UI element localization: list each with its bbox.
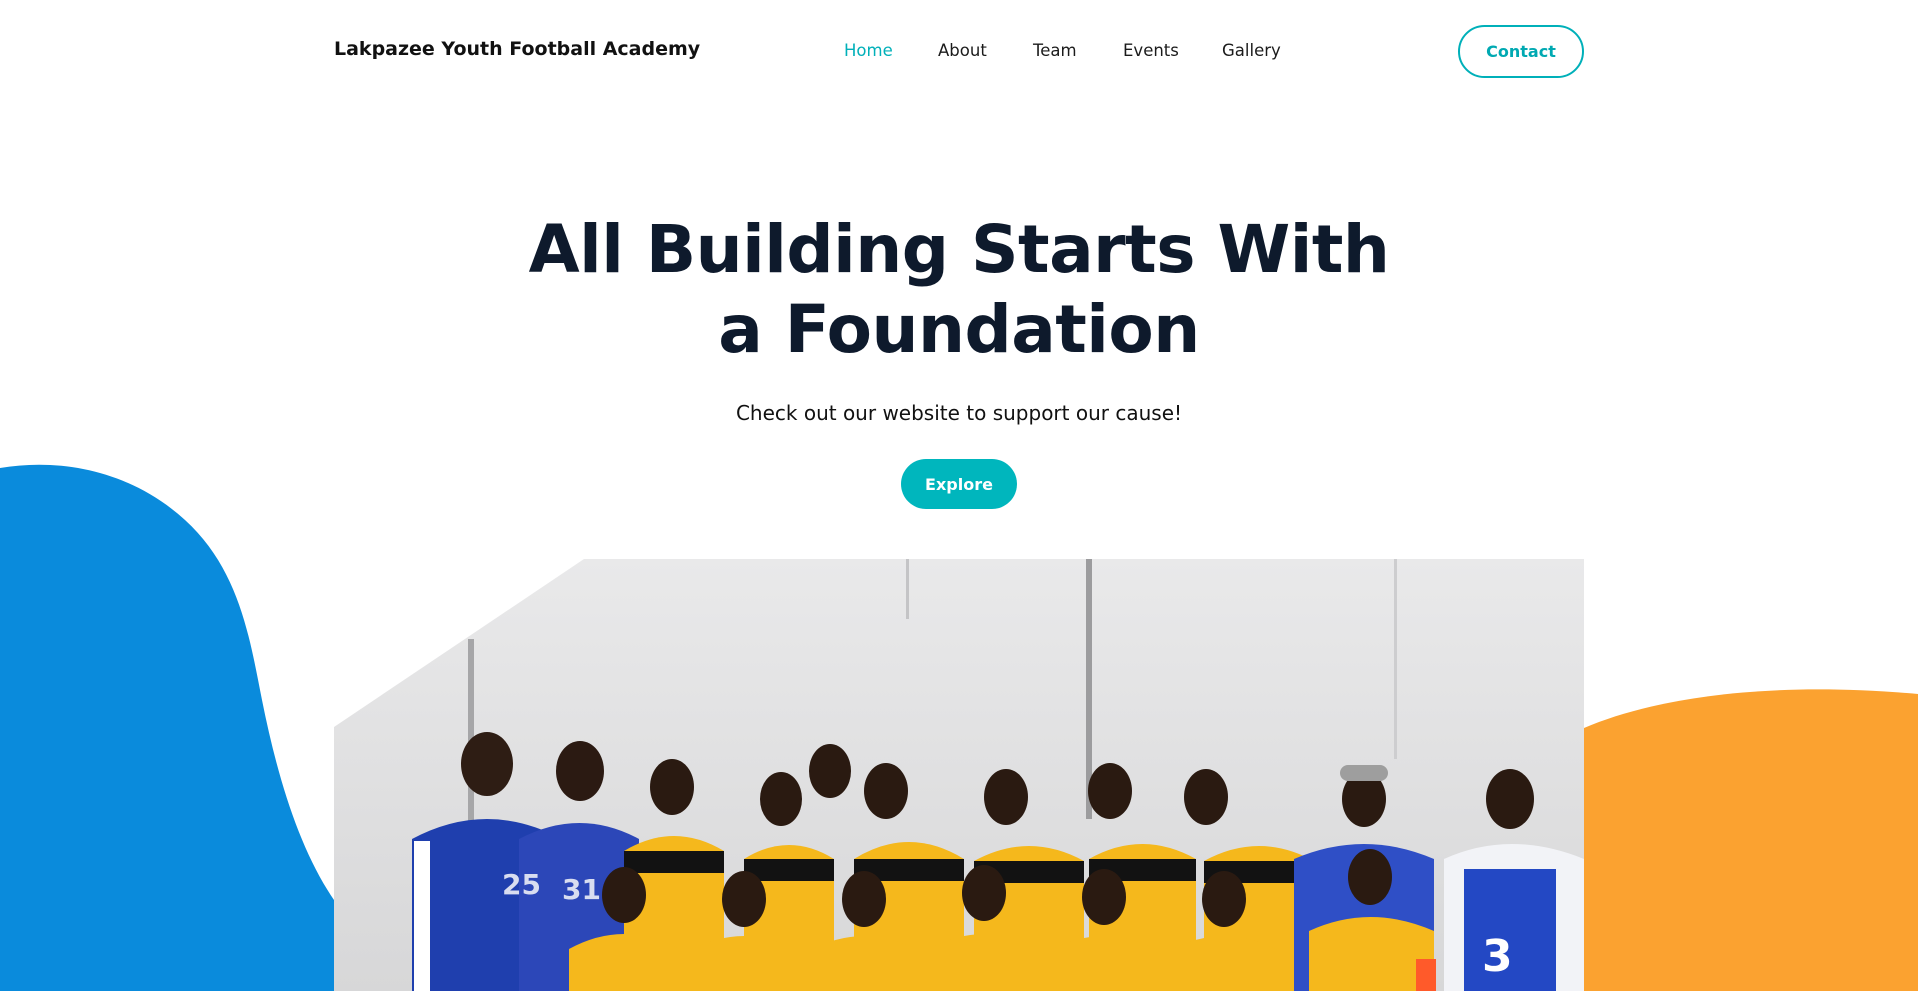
hero-title-line-2: a Foundation [718, 291, 1200, 368]
contact-button[interactable]: Contact [1458, 25, 1584, 78]
hero-title: All Building Starts With a Foundation [459, 210, 1459, 370]
hero-title-line-1: All Building Starts With [528, 211, 1390, 288]
explore-button[interactable]: Explore [901, 459, 1017, 509]
team-photo: 25 31 3 [334, 559, 1584, 991]
jersey-number-31: 31 [562, 873, 601, 906]
nav-link-events[interactable]: Events [1123, 41, 1179, 60]
main-nav: Home About Team Events Gallery [0, 41, 1918, 65]
nav-link-about[interactable]: About [938, 41, 987, 60]
hero-subtitle: Check out our website to support our cau… [735, 401, 1183, 425]
nav-link-team[interactable]: Team [1033, 41, 1077, 60]
nav-link-home[interactable]: Home [844, 41, 893, 60]
jersey-number-3: 3 [1482, 931, 1513, 982]
jersey-number-25: 25 [502, 868, 541, 901]
site-header: Lakpazee Youth Football Academy Home Abo… [0, 0, 1918, 104]
team-photo-illustration: 25 31 3 [334, 559, 1584, 991]
nav-link-gallery[interactable]: Gallery [1222, 41, 1281, 60]
